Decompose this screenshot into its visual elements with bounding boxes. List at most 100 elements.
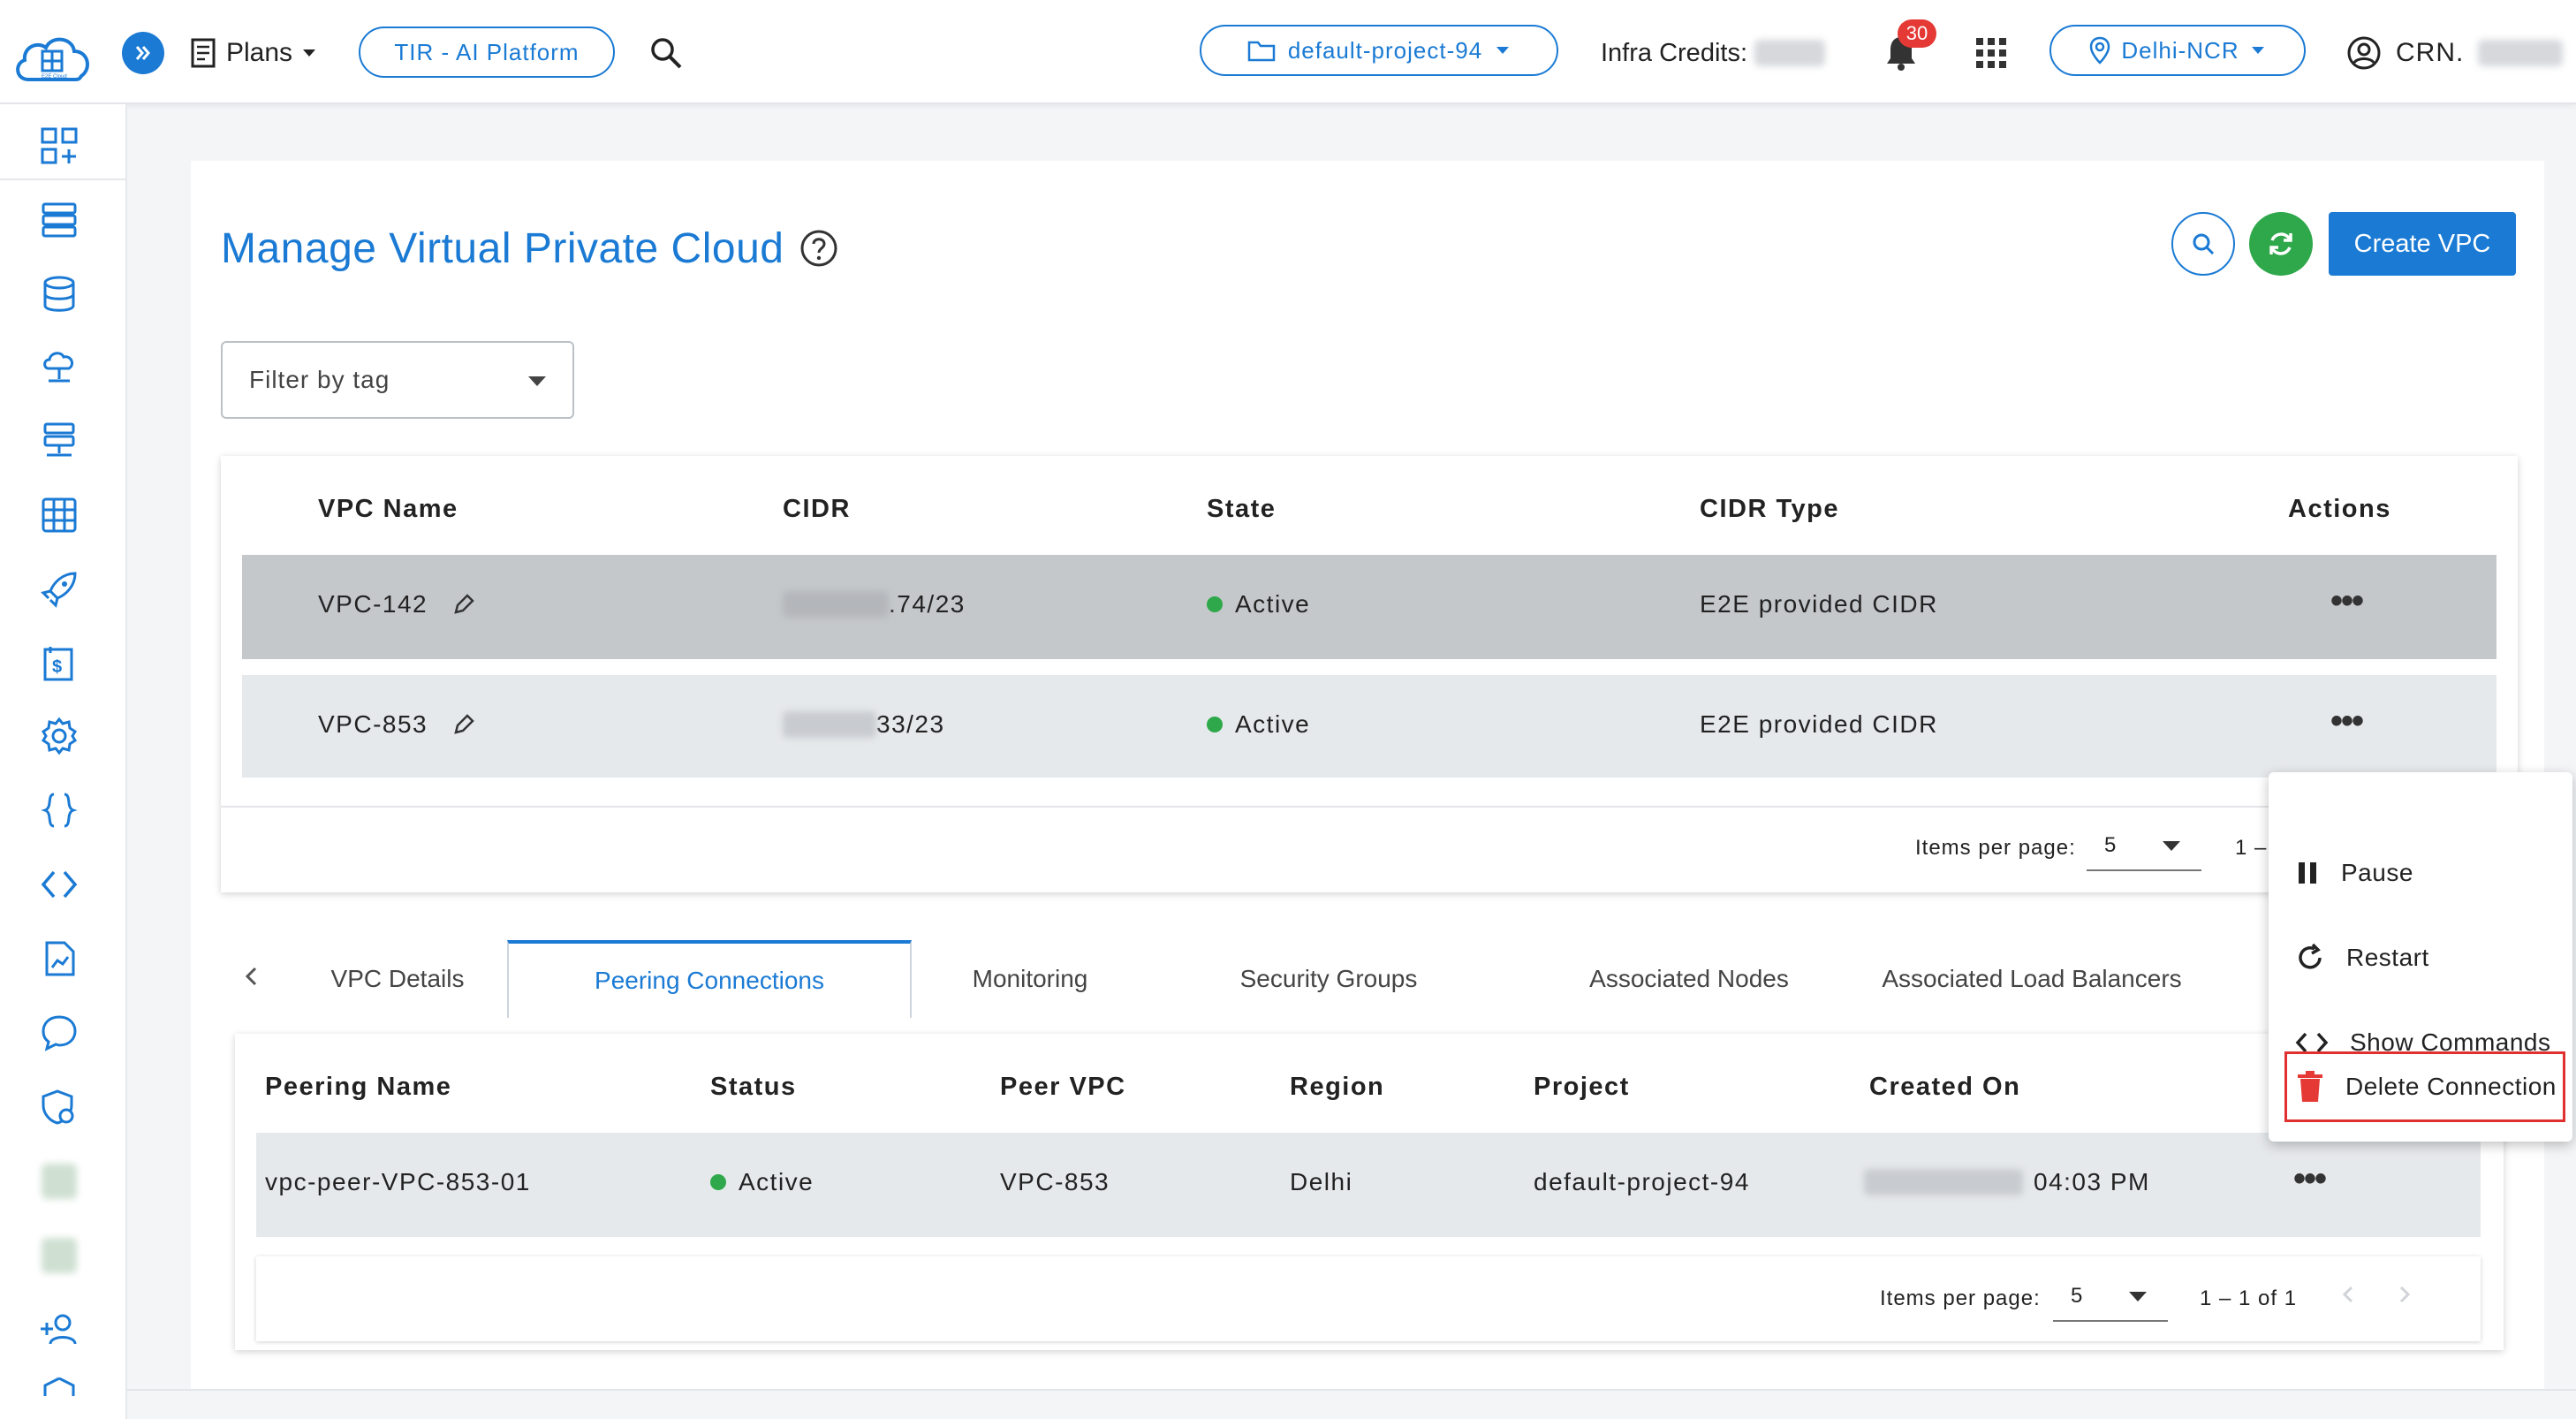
tab-security-groups[interactable]: Security Groups xyxy=(1187,940,1470,1018)
created-on-cell: 04:03 PM xyxy=(1864,1168,2150,1196)
peering-name-cell: vpc-peer-VPC-853-01 xyxy=(265,1168,531,1195)
menu-item-delete-connection[interactable]: Delete Connection xyxy=(2284,1051,2565,1122)
sidebar-billing[interactable]: $ xyxy=(37,641,81,686)
top-header: E2E Cloud Plans TIR - AI Platform defaul… xyxy=(0,0,2576,104)
tab-associated-nodes[interactable]: Associated Nodes xyxy=(1537,940,1841,1018)
crn-value-redacted xyxy=(2478,40,2564,66)
cidr-suffix: .74/23 xyxy=(889,590,966,618)
add-user-icon xyxy=(41,1314,77,1345)
chevron-right-icon[interactable] xyxy=(2392,1283,2415,1306)
menu-item-label: Delete Connection xyxy=(2345,1073,2557,1100)
column-header-vpc-name: VPC Name xyxy=(318,495,458,523)
menu-item-pause[interactable]: Pause xyxy=(2269,831,2572,915)
refresh-button[interactable] xyxy=(2249,212,2313,276)
apps-grid-icon xyxy=(1976,38,2006,68)
filter-placeholder: Filter by tag xyxy=(249,366,390,393)
tab-vpc-details[interactable]: VPC Details xyxy=(300,940,495,1018)
column-header-state: State xyxy=(1207,495,1277,523)
row-actions-menu-button[interactable]: ••• xyxy=(2330,581,2364,621)
menu-item-restart[interactable]: Restart xyxy=(2269,915,2572,1000)
user-circle-icon xyxy=(2347,36,2381,70)
expand-sidebar-button[interactable] xyxy=(122,32,164,74)
double-chevron-right-icon xyxy=(135,46,150,60)
tab-associated-load-balancers[interactable]: Associated Load Balancers xyxy=(1864,940,2200,1018)
plans-label: Plans xyxy=(226,38,293,67)
account-menu[interactable]: CRN. xyxy=(2346,32,2564,74)
apps-grid-button[interactable] xyxy=(1972,34,2011,72)
create-vpc-button[interactable]: Create VPC xyxy=(2329,212,2516,276)
help-icon[interactable] xyxy=(799,228,839,269)
edit-pencil-icon[interactable] xyxy=(451,711,477,738)
tab-monitoring[interactable]: Monitoring xyxy=(924,940,1136,1018)
grid-table-icon xyxy=(42,497,77,533)
sidebar-storage[interactable] xyxy=(37,493,81,537)
shield-outline-icon xyxy=(43,1377,75,1396)
infra-credits-label: Infra Credits: xyxy=(1601,38,1747,67)
region-selector[interactable]: Delhi-NCR xyxy=(2049,25,2306,76)
code-brackets-icon xyxy=(41,870,78,899)
region-name: Delhi-NCR xyxy=(2121,36,2239,64)
sidebar-cdn[interactable] xyxy=(37,345,81,389)
column-header-cidr: CIDR xyxy=(783,495,851,523)
crn-label: CRN. xyxy=(2396,38,2465,67)
caret-down-icon xyxy=(2163,841,2180,851)
billing-icon: $ xyxy=(43,647,73,681)
network-server-icon xyxy=(43,422,75,457)
location-pin-icon xyxy=(2090,36,2110,64)
refresh-icon xyxy=(2269,232,2292,255)
logo-text: E2E Cloud xyxy=(42,74,67,80)
edit-pencil-icon[interactable] xyxy=(451,591,477,618)
peer-vpc-cell: VPC-853 xyxy=(1000,1168,1110,1195)
search-icon xyxy=(651,38,682,69)
items-per-page-select[interactable]: 5 xyxy=(2053,1272,2168,1322)
pause-icon xyxy=(2299,862,2316,884)
sidebar-dashboard[interactable] xyxy=(37,124,81,168)
cidr-prefix-redacted xyxy=(783,591,889,618)
gear-icon xyxy=(41,717,78,755)
items-per-page-value: 5 xyxy=(2104,833,2117,857)
items-per-page-select[interactable]: 5 xyxy=(2087,822,2201,871)
sidebar-blurred-item-2[interactable] xyxy=(37,1233,81,1278)
sidebar-servers[interactable] xyxy=(37,198,81,242)
project-selector[interactable]: default-project-94 xyxy=(1200,25,1558,76)
sidebar-security[interactable] xyxy=(37,1085,81,1129)
sidebar-add-user[interactable] xyxy=(37,1308,81,1352)
sidebar-network[interactable] xyxy=(37,419,81,463)
tir-platform-button[interactable]: TIR - AI Platform xyxy=(359,27,615,78)
sidebar-database[interactable] xyxy=(37,272,81,316)
table-row[interactable]: vpc-peer-VPC-853-01 Active VPC-853 Delhi… xyxy=(256,1133,2481,1237)
search-vpc-button[interactable] xyxy=(2171,212,2235,276)
server-stack-icon xyxy=(42,202,77,238)
state-text: Active xyxy=(1235,590,1311,618)
cidr-prefix-redacted xyxy=(783,711,876,738)
sidebar-blurred-item-1[interactable] xyxy=(37,1159,81,1203)
cidr-suffix: 33/23 xyxy=(876,710,945,738)
plans-menu[interactable]: Plans xyxy=(189,32,317,74)
e2e-cloud-logo[interactable]: E2E Cloud xyxy=(11,30,95,87)
sidebar-api[interactable] xyxy=(37,788,81,832)
vpc-table: VPC Name CIDR State CIDR Type Actions VP… xyxy=(221,456,2518,892)
row-actions-menu-button[interactable]: ••• xyxy=(2293,1159,2327,1199)
state-cell: Active xyxy=(1207,590,1310,618)
filter-by-tag-select[interactable]: Filter by tag xyxy=(221,341,574,419)
blurred-icon xyxy=(42,1238,77,1273)
sidebar-settings[interactable] xyxy=(37,714,81,758)
sidebar-reports[interactable] xyxy=(37,937,81,981)
table-row[interactable]: VPC-853 33/23 Active E2E provided CIDR •… xyxy=(242,675,2496,778)
table-row[interactable]: VPC-142 .74/23 Active E2E provided CIDR … xyxy=(242,555,2496,659)
sidebar-code[interactable] xyxy=(37,862,81,907)
restart-icon xyxy=(2299,943,2322,969)
infra-credits: Infra Credits: xyxy=(1601,32,1825,74)
menu-item-label: Restart xyxy=(2346,944,2429,971)
row-actions-menu-button[interactable]: ••• xyxy=(2330,702,2364,741)
sidebar-more[interactable] xyxy=(37,1377,81,1412)
plans-icon xyxy=(191,38,216,68)
chevron-left-icon[interactable] xyxy=(239,963,265,990)
notification-count-badge: 30 xyxy=(1898,19,1936,48)
sidebar-support[interactable] xyxy=(37,1011,81,1055)
status-text: Active xyxy=(739,1168,814,1195)
sidebar-deploy[interactable] xyxy=(37,567,81,611)
tab-peering-connections[interactable]: Peering Connections xyxy=(507,940,912,1018)
global-search-button[interactable] xyxy=(645,32,687,74)
chevron-left-icon[interactable] xyxy=(2337,1283,2360,1306)
